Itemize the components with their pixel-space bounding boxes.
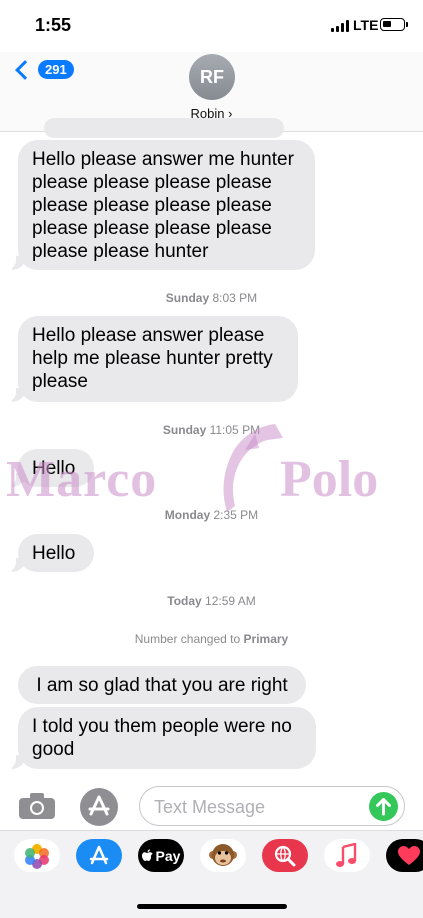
music-note-icon — [336, 842, 357, 867]
signal-icon — [331, 20, 349, 32]
message-bubble[interactable]: I am so glad that you are right — [18, 666, 306, 704]
bubble-tail — [2, 384, 26, 402]
status-bar: 1:55 LTE — [0, 0, 423, 52]
app-store-icon — [88, 795, 110, 816]
app-music[interactable] — [324, 839, 370, 872]
app-store-icon — [89, 845, 109, 864]
globe-search-icon — [274, 845, 296, 866]
apple-pay-icon — [141, 848, 153, 861]
app-search[interactable] — [262, 839, 308, 872]
app-photos[interactable] — [14, 839, 60, 872]
timestamp: Today 12:59 AM — [0, 594, 423, 608]
notice-prefix: Number changed to — [134, 632, 241, 646]
timestamp-time: 12:59 AM — [205, 594, 256, 608]
timestamp-day: Sunday — [162, 423, 207, 437]
battery-icon — [380, 18, 405, 31]
network-type: LTE — [353, 17, 379, 33]
app-digital-touch[interactable] — [386, 839, 423, 872]
message-text: Hello please answer me hunter please ple… — [32, 149, 294, 262]
timestamp-time: 2:35 PM — [213, 508, 259, 522]
bubble-tail — [2, 252, 26, 270]
monkey-icon — [209, 843, 237, 866]
battery-cap — [406, 22, 408, 27]
app-store-button[interactable] — [80, 788, 118, 826]
timestamp-day: Today — [167, 594, 202, 608]
message-text: Hello — [32, 543, 76, 564]
photos-icon — [25, 843, 49, 869]
home-indicator[interactable] — [137, 904, 287, 909]
unread-badge: 291 — [38, 60, 74, 79]
message-input[interactable]: Text Message — [139, 786, 405, 826]
app-apple-pay[interactable]: Pay — [138, 839, 184, 872]
message-text: I told you them people were no good — [32, 716, 292, 760]
avatar[interactable]: RF — [189, 54, 235, 100]
status-time: 1:55 — [35, 15, 72, 35]
message-bubble[interactable]: Hello — [18, 449, 94, 487]
timestamp: Monday 2:35 PM — [0, 508, 423, 522]
number-changed-notice: Number changed to Primary — [0, 632, 423, 646]
message-text: Hello please answer please help me pleas… — [32, 325, 273, 392]
chevron-left-icon — [15, 59, 35, 80]
app-app-store[interactable] — [76, 839, 122, 872]
heart-icon — [398, 845, 420, 865]
message-bubble[interactable]: Hello please answer me hunter please ple… — [18, 140, 315, 270]
message-bubble[interactable]: Hello please answer please help me pleas… — [18, 316, 298, 402]
message-bubble[interactable]: I told you them people were no good — [18, 707, 316, 769]
partial-message-bubble — [44, 118, 284, 138]
timestamp-day: Sunday — [165, 291, 210, 305]
app-animoji[interactable] — [200, 839, 246, 872]
message-text: Hello — [32, 458, 76, 479]
camera-icon[interactable] — [18, 792, 56, 820]
send-button[interactable] — [369, 792, 398, 821]
timestamp: Sunday 11:05 PM — [0, 423, 423, 437]
message-input-placeholder: Text Message — [154, 797, 266, 817]
battery-level — [383, 21, 391, 27]
message-text: I am so glad that you are right — [36, 675, 288, 696]
timestamp-time: 8:03 PM — [212, 291, 258, 305]
message-bubble[interactable]: Hello — [18, 534, 94, 572]
watermark-right-text: Polo — [280, 451, 379, 508]
timestamp: Sunday 8:03 PM — [0, 291, 423, 305]
compose-bar: Text Message — [0, 782, 423, 830]
back-button[interactable]: 291 — [12, 59, 74, 80]
bubble-tail — [2, 469, 26, 487]
apple-pay-label: Pay — [155, 847, 181, 864]
timestamp-time: 11:05 PM — [209, 423, 261, 437]
notice-target: Primary — [243, 632, 289, 646]
bubble-tail — [2, 554, 26, 572]
timestamp-day: Monday — [164, 508, 211, 522]
bubble-tail — [2, 751, 26, 769]
app-drawer: Pay — [0, 830, 423, 918]
arrow-up-icon — [376, 798, 391, 816]
